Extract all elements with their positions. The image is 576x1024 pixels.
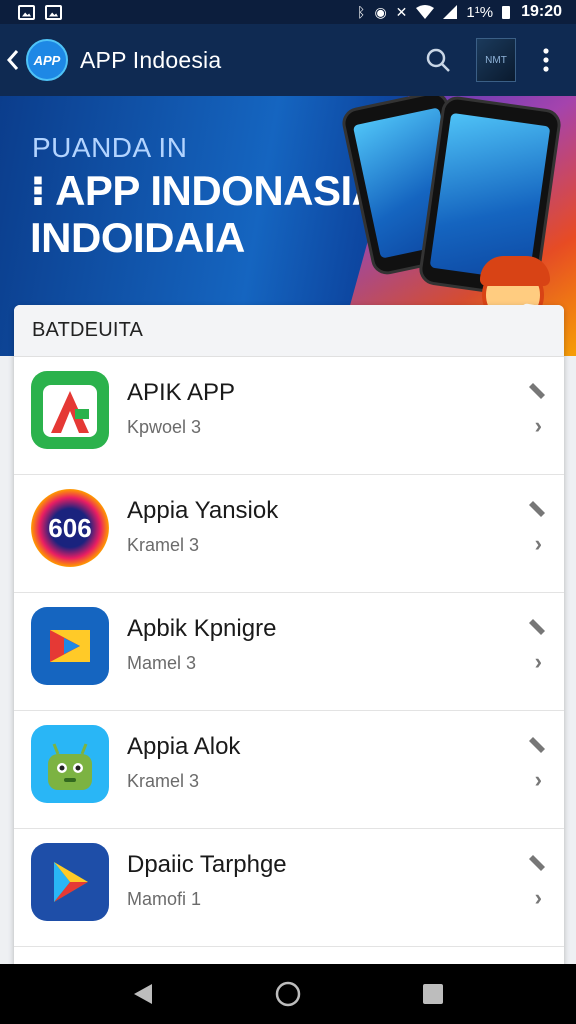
- system-nav-bar: [0, 964, 576, 1024]
- app-bar: APP APP Indoesia NMT: [0, 24, 576, 96]
- 606-icon: 606: [31, 489, 109, 567]
- app-logo: APP: [26, 39, 68, 81]
- battery-icon: [502, 5, 511, 19]
- red-a-icon: [31, 371, 109, 449]
- pin-icon[interactable]: [524, 379, 550, 403]
- home-circle-icon: [275, 981, 301, 1007]
- app-name: APIK APP: [127, 379, 236, 406]
- nav-back-button[interactable]: [113, 964, 173, 1024]
- wifi-icon: [416, 5, 435, 19]
- app-list-card: BATDEUITA APIK APP Kpwoel 3 › 606 Appia …: [14, 305, 564, 967]
- app-detail: Mamofi 1: [127, 889, 202, 909]
- list-item[interactable]: Appia Alok Kramel 3 ›: [14, 711, 564, 829]
- battery-percent: 1¹%: [466, 3, 494, 21]
- pin-icon[interactable]: [524, 615, 550, 639]
- image-notification-icon: [18, 4, 35, 20]
- banner-title-line2: INDOIDAIA: [30, 214, 245, 261]
- list-item[interactable]: APIK APP Kpwoel 3 ›: [14, 357, 564, 475]
- status-notifications: [18, 4, 62, 20]
- image-notification-icon: [45, 4, 62, 20]
- nav-recents-button[interactable]: [403, 964, 463, 1024]
- list-item[interactable]: Dpaiic Tarphge Mamofi 1 ›: [14, 829, 564, 947]
- app-detail: Mamel 3: [127, 653, 197, 673]
- alarm-icon: ◉: [374, 4, 387, 20]
- back-button[interactable]: [0, 24, 26, 96]
- pin-icon[interactable]: [524, 733, 550, 757]
- status-indicators: ᛒ ◉ ✕ 1¹% 19:20: [357, 3, 562, 21]
- banner-subtitle: PUANDA IN: [32, 132, 188, 163]
- app-detail: Kpwoel 3: [127, 417, 202, 437]
- chevron-right-icon: ›: [534, 413, 542, 438]
- overflow-menu-button[interactable]: [534, 40, 558, 80]
- app-bar-actions: NMT: [418, 38, 558, 82]
- app-name: Apbik Kpnigre: [127, 615, 277, 642]
- recents-square-icon: [423, 984, 444, 1004]
- bluetooth-icon: ᛒ: [357, 4, 366, 20]
- section-header: BATDEUITA: [14, 305, 564, 357]
- search-button[interactable]: [418, 40, 458, 80]
- app-name: Appia Yansiok: [127, 497, 279, 524]
- play-triangle-icon: [31, 843, 109, 921]
- back-triangle-icon: [133, 984, 152, 1004]
- nav-home-button[interactable]: [258, 964, 318, 1024]
- chevron-right-icon: ›: [534, 885, 542, 910]
- list-item[interactable]: 606 Appia Yansiok Kramel 3 ›: [14, 475, 564, 593]
- 606-icon-text: 606: [48, 512, 92, 543]
- play-arrow-icon: [31, 607, 109, 685]
- chevron-right-icon: ›: [534, 767, 542, 792]
- thumbnail-button[interactable]: NMT: [476, 38, 516, 82]
- status-bar: ᛒ ◉ ✕ 1¹% 19:20: [0, 0, 576, 24]
- vibrate-icon: ✕: [395, 4, 408, 20]
- app-name: Appia Alok: [127, 733, 241, 760]
- clock: 19:20: [521, 3, 562, 20]
- list-item[interactable]: Apbik Kpnigre Mamel 3 ›: [14, 593, 564, 711]
- pin-icon[interactable]: [524, 851, 550, 875]
- banner-title-line1: ⁝ APP INDONASIA: [30, 167, 382, 214]
- app-name: Dpaiic Tarphge: [127, 851, 287, 878]
- android-icon: [31, 725, 109, 803]
- app-title: APP Indoesia: [80, 46, 222, 73]
- search-icon: [426, 48, 450, 72]
- chevron-right-icon: ›: [534, 531, 542, 556]
- signal-icon: [443, 5, 458, 19]
- app-detail: Kramel 3: [127, 535, 200, 555]
- pin-icon[interactable]: [524, 497, 550, 521]
- back-arrow-icon: [6, 50, 19, 70]
- chevron-right-icon: ›: [534, 649, 542, 674]
- more-vert-icon: [543, 48, 549, 72]
- app-detail: Kramel 3: [127, 771, 200, 791]
